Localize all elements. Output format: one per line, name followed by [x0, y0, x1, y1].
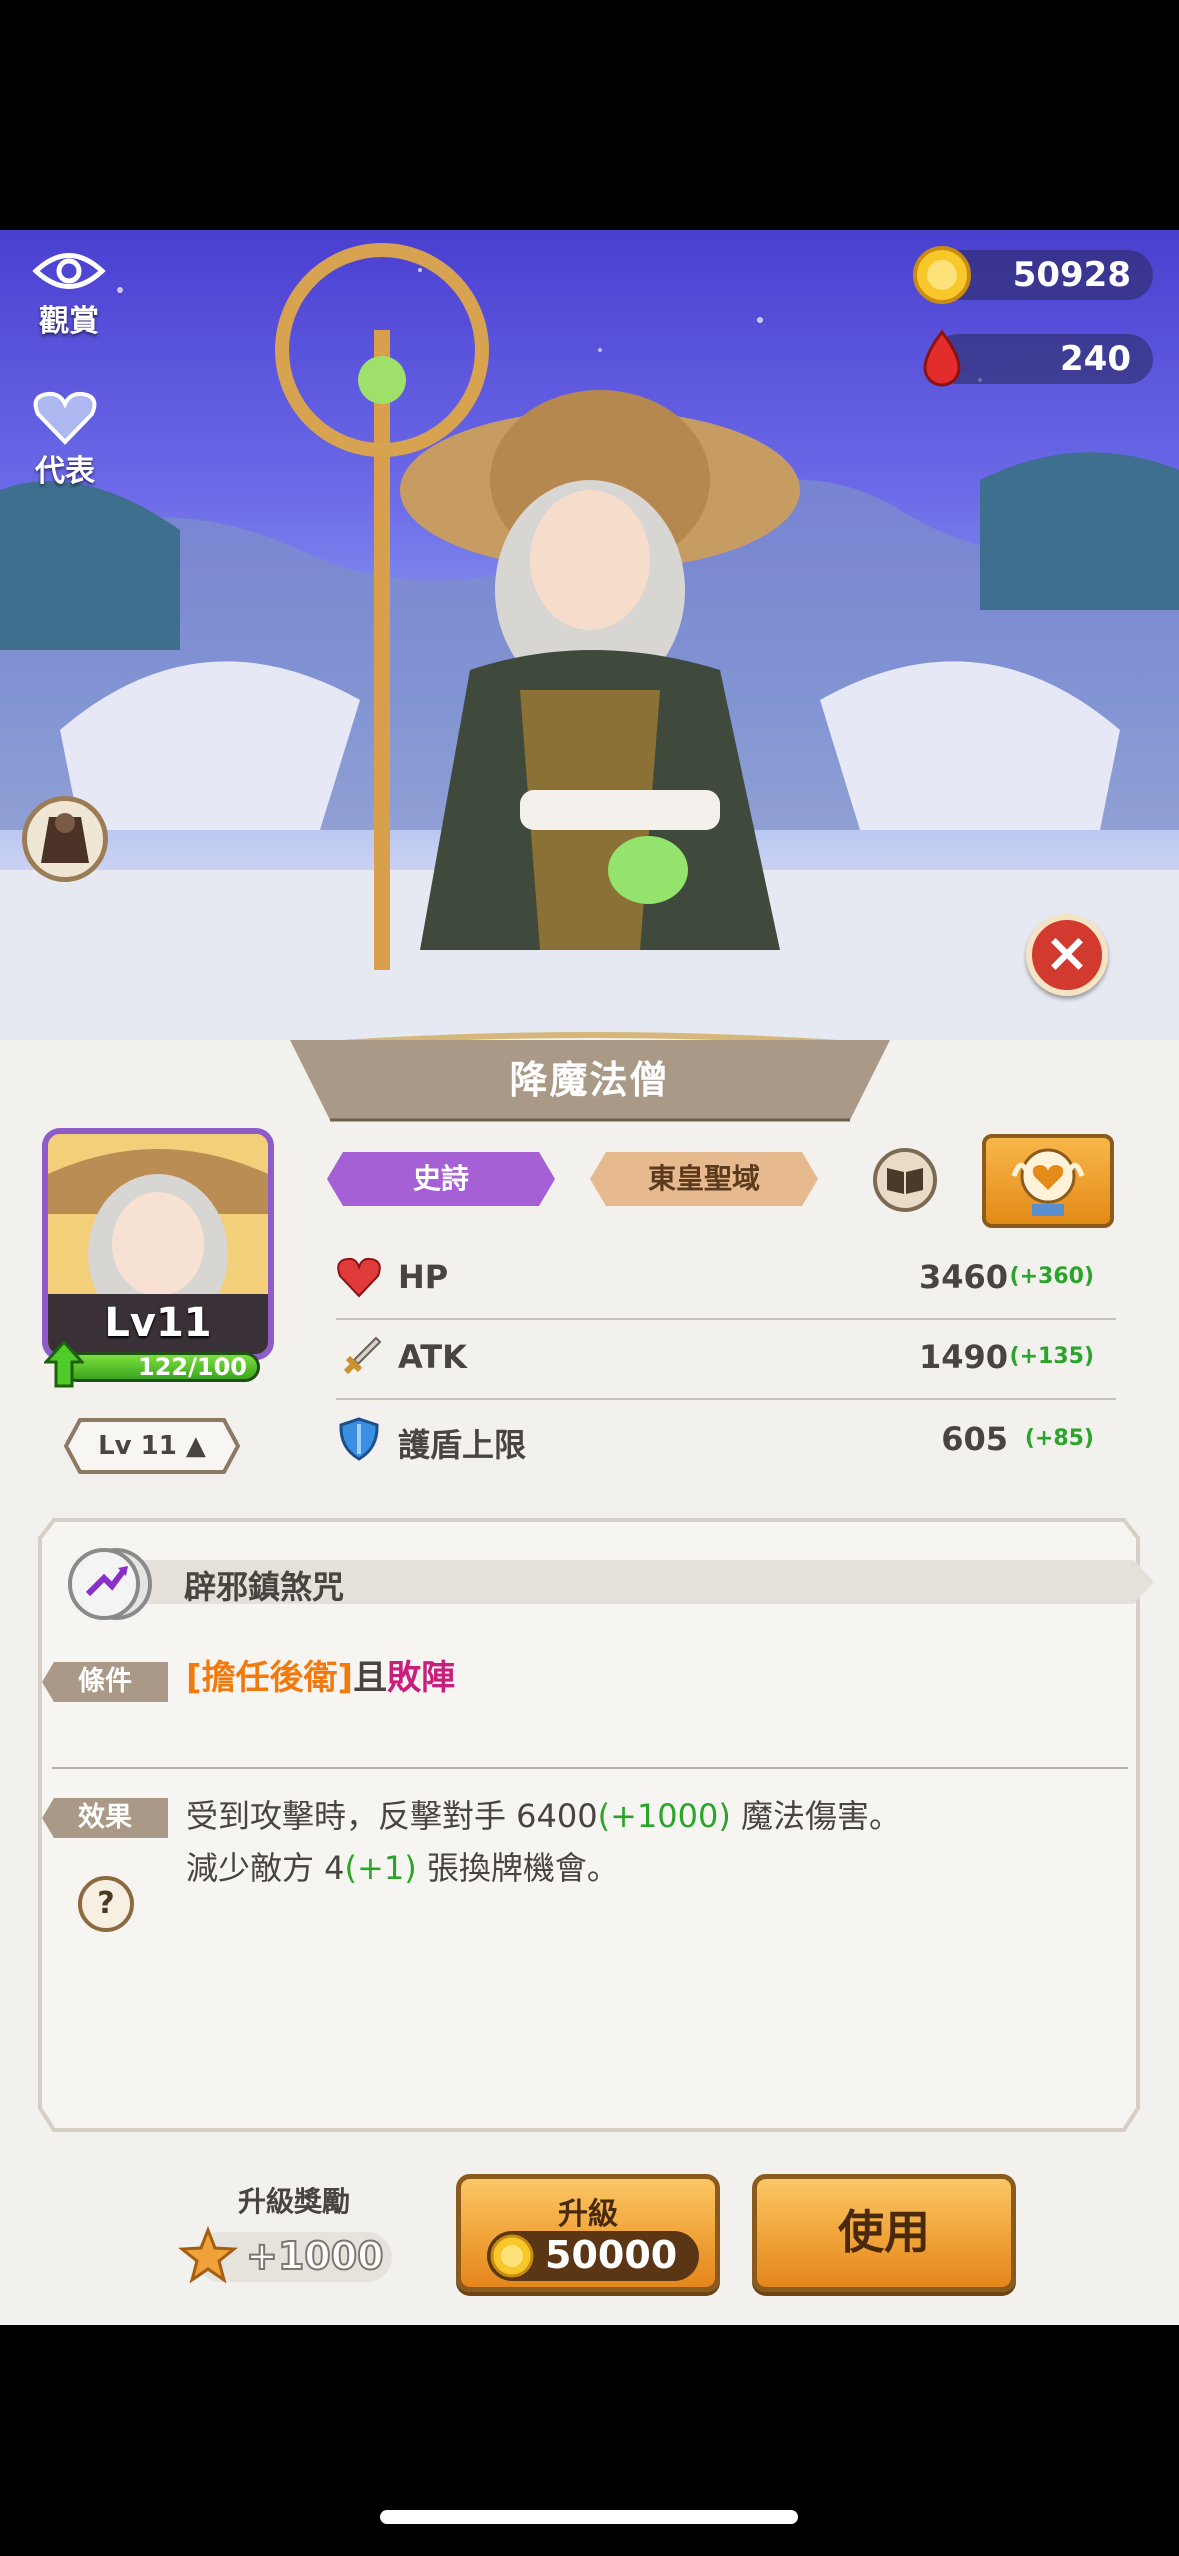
- heart-icon: [337, 1257, 381, 1298]
- effect-line-1-bonus: (+1000): [597, 1797, 731, 1835]
- upgrade-label: 升級: [558, 2197, 618, 2232]
- effect-line-2-text: 減少敵方 4: [186, 1849, 345, 1887]
- stat-value: 1490: [918, 1338, 1008, 1376]
- condition-label-chip: 條件: [40, 1660, 170, 1704]
- skill-type-icon: [68, 1548, 152, 1620]
- heart-badge-icon: [1011, 1148, 1085, 1216]
- effect-line-1-suffix: 魔法傷害。: [730, 1797, 902, 1835]
- condition-and: 且: [353, 1658, 388, 1698]
- upgrade-button[interactable]: 升級 50000: [456, 2174, 720, 2292]
- robe-icon: [41, 813, 89, 863]
- level-select-button[interactable]: Lv 11 ▲: [63, 1416, 241, 1476]
- stat-row-atk: ATK 1490 (+135): [336, 1320, 1116, 1400]
- region-tag: 東皇聖域: [588, 1150, 820, 1208]
- coin-icon: [490, 2234, 534, 2278]
- use-label: 使用: [838, 2205, 930, 2259]
- upgrade-cost: 50000: [487, 2231, 699, 2281]
- stat-bonus: (+85): [1024, 1426, 1094, 1451]
- favorite-button[interactable]: [982, 1134, 1114, 1228]
- gem-value: 240: [1060, 339, 1131, 379]
- outfit-button[interactable]: [22, 796, 108, 882]
- character-name: 降魔法僧: [509, 1058, 670, 1102]
- xp-text: 122/100: [138, 1353, 247, 1381]
- stat-row-hp: HP 3460 (+360): [336, 1240, 1116, 1320]
- lore-button[interactable]: [873, 1148, 937, 1212]
- effect-label-chip: 效果: [40, 1796, 170, 1840]
- book-icon: [887, 1168, 923, 1194]
- upgrade-cost-value: 50000: [545, 2233, 678, 2277]
- stat-bonus: (+360): [1009, 1264, 1094, 1289]
- coin-icon: [913, 246, 971, 304]
- level-up-arrow-icon: [44, 1340, 84, 1388]
- gold-value: 50928: [1012, 255, 1131, 295]
- heart-outline-icon: [33, 391, 97, 445]
- xp-bar: 122/100: [62, 1352, 260, 1382]
- rarity-label: 史詩: [412, 1162, 469, 1195]
- gold-counter: 50928: [913, 246, 1153, 304]
- stat-label: HP: [398, 1258, 449, 1296]
- rarity-tag: 史詩: [325, 1150, 557, 1208]
- red-gem-icon: [923, 329, 961, 387]
- effect-line-1-text: 受到攻擊時，反擊對手 6400: [186, 1797, 598, 1835]
- home-indicator[interactable]: [380, 2510, 798, 2524]
- eye-icon: [32, 253, 106, 289]
- represent-label: 代表: [35, 454, 95, 489]
- level-select-label: Lv 11 ▲: [98, 1431, 206, 1461]
- effect-text: 受到攻擊時，反擊對手 6400(+1000) 魔法傷害。 減少敵方 4(+1) …: [186, 1790, 1086, 1894]
- view-button[interactable]: 觀賞: [32, 246, 106, 340]
- use-button[interactable]: 使用: [752, 2174, 1016, 2292]
- effect-line-2: 減少敵方 4(+1) 張換牌機會。: [186, 1842, 1086, 1894]
- effect-label: 效果: [78, 1802, 132, 1833]
- effect-line-2-suffix: 張換牌機會。: [416, 1849, 619, 1887]
- shield-icon: [339, 1417, 379, 1461]
- view-label: 觀賞: [39, 304, 99, 339]
- help-button[interactable]: ?: [78, 1876, 134, 1932]
- stat-value: 3460: [918, 1258, 1008, 1296]
- reward-value: +1000: [245, 2233, 385, 2279]
- represent-button[interactable]: 代表: [32, 390, 98, 490]
- reward-title: 升級獎勵: [237, 2185, 350, 2218]
- close-icon: ×: [1044, 921, 1090, 984]
- stat-bonus: (+135): [1009, 1344, 1094, 1369]
- effect-line-1: 受到攻擊時，反擊對手 6400(+1000) 魔法傷害。: [186, 1790, 1086, 1842]
- gem-counter: 240: [923, 329, 1153, 387]
- sword-icon: [343, 1336, 382, 1375]
- skill-name: 辟邪鎮煞咒: [184, 1568, 345, 1606]
- stat-row-shield: 護盾上限 605 (+85): [336, 1402, 1116, 1482]
- condition-text: [擔任後衛]且敗陣: [186, 1650, 455, 1699]
- close-button[interactable]: ×: [1026, 914, 1108, 996]
- stat-label: ATK: [398, 1338, 467, 1376]
- condition-defeat: 敗陣: [387, 1658, 456, 1698]
- star-icon: [178, 2226, 238, 2284]
- condition-label: 條件: [78, 1666, 132, 1697]
- effect-line-2-bonus: (+1): [344, 1849, 417, 1887]
- stat-value: 605: [941, 1420, 1008, 1458]
- condition-role: [擔任後衛]: [186, 1658, 354, 1698]
- stat-label: 護盾上限: [398, 1426, 527, 1464]
- question-icon: ?: [97, 1886, 115, 1921]
- region-label: 東皇聖域: [647, 1162, 760, 1195]
